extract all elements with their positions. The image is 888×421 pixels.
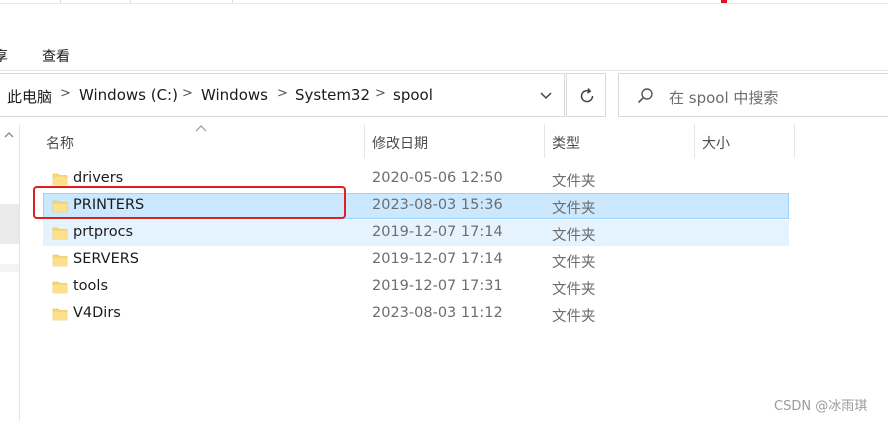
title-bar-separator — [232, 0, 233, 3]
search-input[interactable]: 在 spool 中搜索 — [618, 73, 888, 117]
file-row-prtprocs[interactable]: prtprocs 2019-12-07 17:14 文件夹 — [43, 220, 789, 246]
title-bar-separator — [60, 0, 61, 3]
column-header-name-label: 名称 — [46, 136, 74, 152]
breadcrumb-separator[interactable]: > — [375, 86, 386, 101]
folder-icon — [52, 308, 68, 321]
file-name: drivers — [73, 170, 124, 186]
column-header-type-label: 类型 — [552, 136, 580, 152]
file-name: V4Dirs — [73, 305, 121, 321]
tab-view[interactable]: 查看 — [42, 46, 70, 66]
folder-icon — [52, 227, 68, 240]
column-header-size[interactable]: 大小 — [695, 124, 794, 158]
file-type: 文件夹 — [552, 174, 596, 190]
file-date: 2019-12-07 17:14 — [372, 224, 503, 240]
column-header-type[interactable]: 类型 — [545, 124, 694, 158]
navigation-item[interactable] — [0, 264, 19, 272]
column-header-name[interactable]: 名称 — [20, 124, 364, 158]
file-name: tools — [73, 278, 109, 294]
title-bar-separator — [130, 0, 131, 3]
tab-share[interactable]: 享 — [0, 46, 8, 66]
file-name: prtprocs — [73, 224, 134, 240]
refresh-icon — [580, 88, 594, 103]
file-type: 文件夹 — [552, 255, 596, 271]
column-divider[interactable] — [794, 124, 795, 158]
chevron-down-icon[interactable] — [536, 88, 556, 104]
folder-icon — [52, 254, 68, 267]
file-date: 2020-05-06 12:50 — [372, 170, 503, 186]
file-date: 2019-12-07 17:31 — [372, 278, 503, 294]
column-header-date-label: 修改日期 — [372, 136, 428, 152]
breadcrumb-system32[interactable]: System32 — [295, 86, 370, 104]
file-type: 文件夹 — [552, 282, 596, 298]
folder-icon — [52, 200, 68, 213]
search-icon — [637, 88, 653, 104]
folder-icon — [52, 173, 68, 186]
file-type: 文件夹 — [552, 201, 596, 217]
breadcrumb-separator[interactable]: > — [60, 86, 71, 101]
file-name: PRINTERS — [73, 197, 145, 213]
file-row-tools[interactable]: tools 2019-12-07 17:31 文件夹 — [43, 274, 789, 300]
column-header-date[interactable]: 修改日期 — [365, 124, 544, 158]
folder-icon — [52, 281, 68, 294]
file-date: 2023-08-03 15:36 — [372, 197, 503, 213]
file-type: 文件夹 — [552, 309, 596, 325]
ribbon: 享 查看 — [0, 4, 888, 71]
file-type: 文件夹 — [552, 228, 596, 244]
breadcrumb-this-pc[interactable]: 此电脑 — [7, 86, 52, 107]
file-row-drivers[interactable]: drivers 2020-05-06 12:50 文件夹 — [43, 166, 789, 192]
close-button-edge[interactable] — [721, 0, 727, 3]
breadcrumb-windows[interactable]: Windows — [201, 86, 268, 104]
breadcrumb-separator[interactable]: > — [182, 86, 193, 101]
refresh-button[interactable] — [566, 73, 606, 117]
file-row-servers[interactable]: SERVERS 2019-12-07 17:14 文件夹 — [43, 247, 789, 273]
navigation-item[interactable] — [0, 204, 19, 244]
column-header-size-label: 大小 — [702, 136, 730, 152]
file-row-printers[interactable]: PRINTERS 2023-08-03 15:36 文件夹 — [43, 193, 789, 219]
file-date: 2019-12-07 17:14 — [372, 251, 503, 267]
breadcrumb-drive-c[interactable]: Windows (C:) — [79, 86, 178, 104]
search-placeholder: 在 spool 中搜索 — [669, 89, 779, 107]
navigation-pane[interactable] — [0, 124, 20, 421]
file-name: SERVERS — [73, 251, 140, 267]
breadcrumb-spool[interactable]: spool — [393, 86, 433, 104]
file-row-v4dirs[interactable]: V4Dirs 2023-08-03 11:12 文件夹 — [43, 301, 789, 327]
address-bar[interactable]: 此电脑 > Windows (C:) > Windows > System32 … — [0, 73, 565, 117]
file-date: 2023-08-03 11:12 — [372, 305, 503, 321]
scroll-up-icon[interactable] — [3, 130, 15, 140]
watermark: CSDN @冰雨琪 — [774, 399, 868, 414]
breadcrumb-separator[interactable]: > — [277, 86, 288, 101]
